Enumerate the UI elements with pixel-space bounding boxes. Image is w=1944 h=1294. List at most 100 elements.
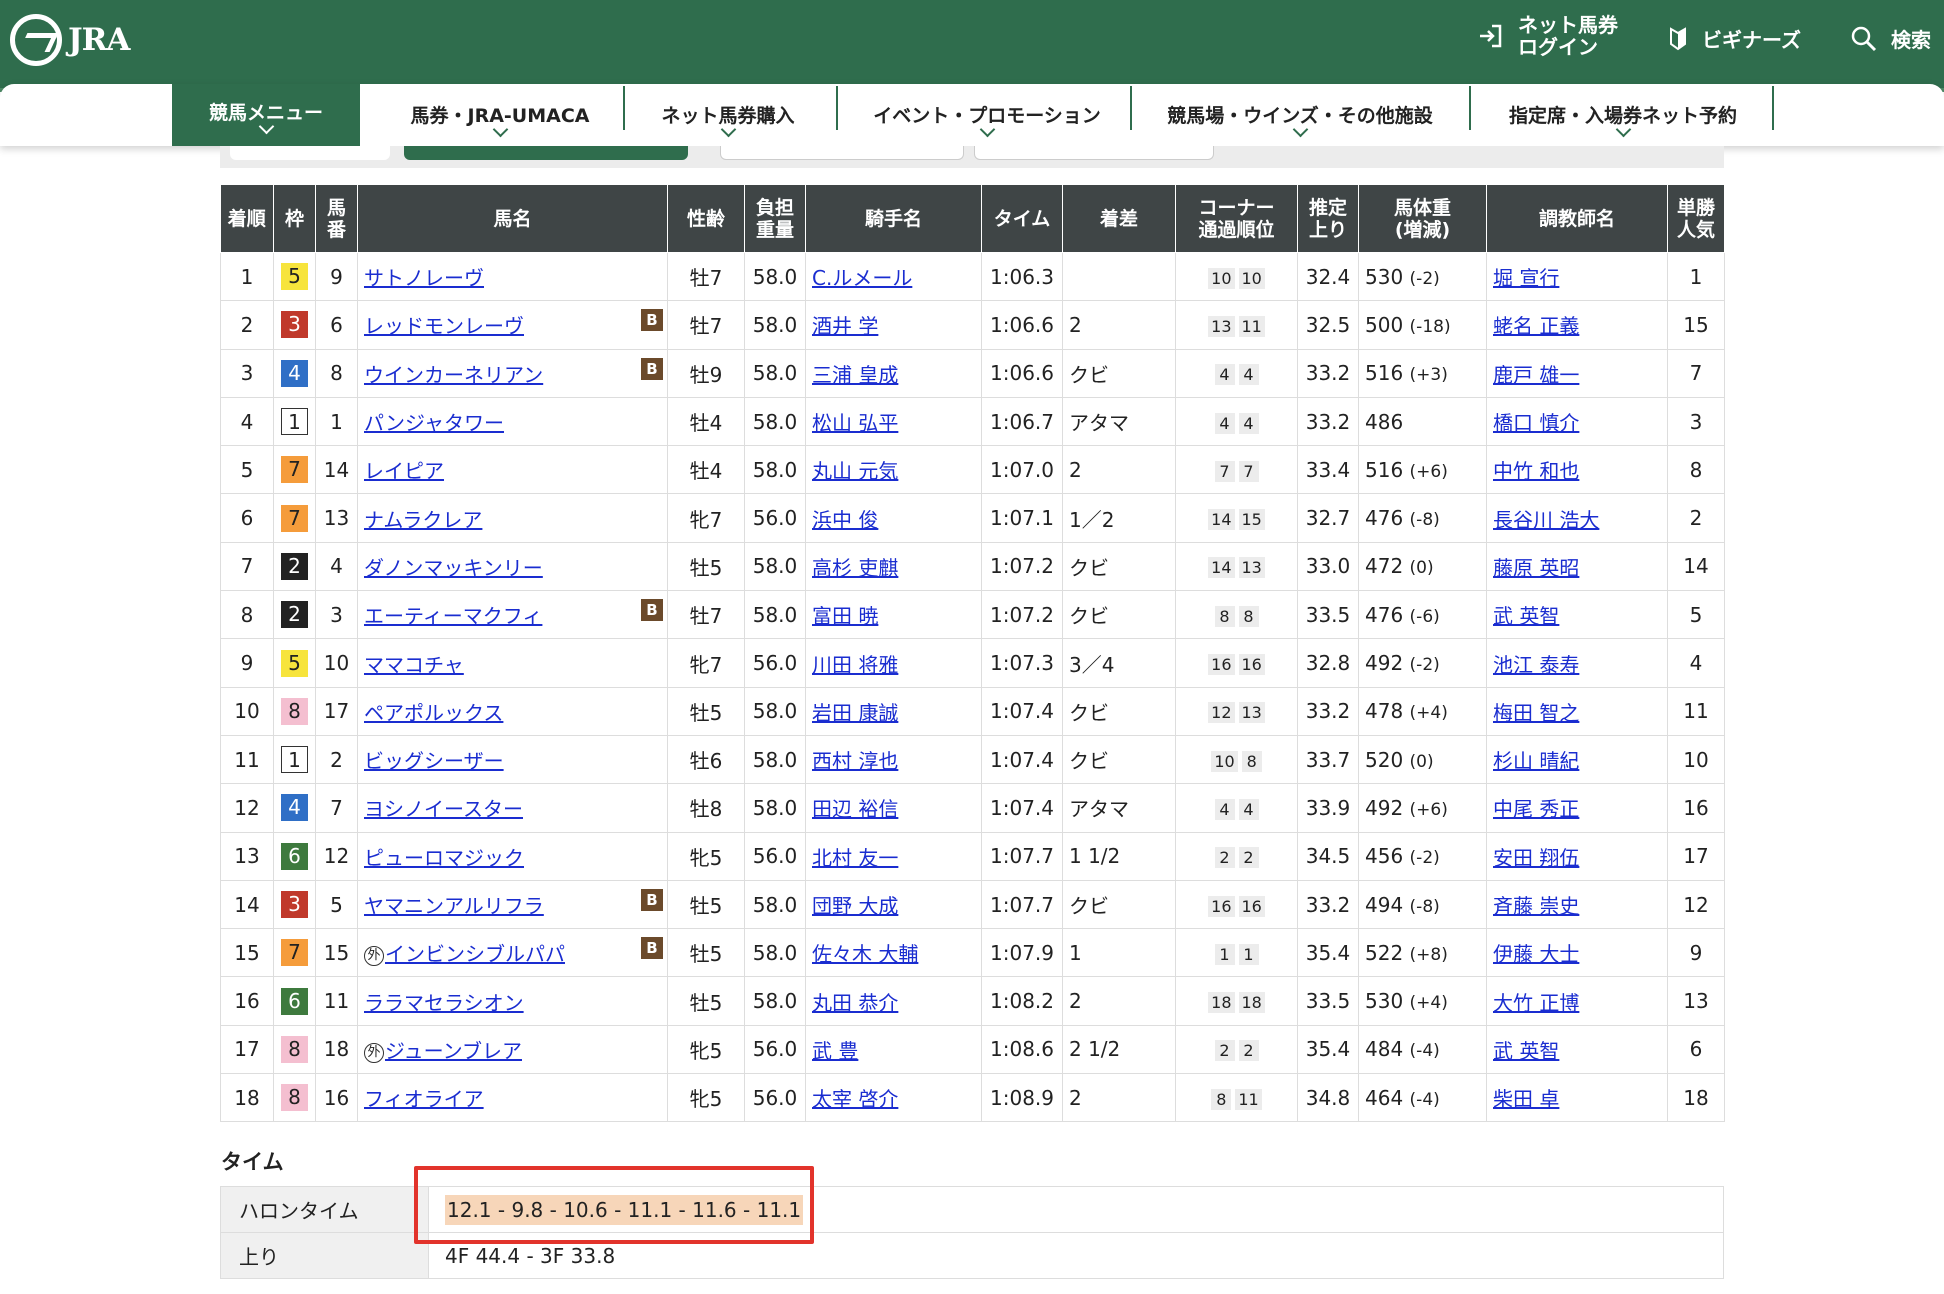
jockey-link[interactable]: 団野 大成 — [812, 894, 898, 918]
trainer-link[interactable]: 中竹 和也 — [1493, 459, 1579, 483]
filter-tab-active[interactable] — [404, 146, 688, 160]
jockey-link[interactable]: 高杉 吏麒 — [812, 556, 898, 580]
jockey-link[interactable]: 岩田 康誠 — [812, 701, 898, 725]
jockey-cell: 団野 大成 — [805, 879, 982, 930]
body-weight-diff: (-4) — [1409, 1041, 1440, 1062]
trainer-link[interactable]: 鹿戸 雄一 — [1493, 363, 1579, 387]
search-link[interactable]: 検索 — [1851, 24, 1931, 53]
jockey-link[interactable]: 浜中 俊 — [812, 508, 878, 532]
horse-name-link[interactable]: ピューロマジック — [364, 846, 524, 870]
jockey-link[interactable]: 太宰 啓介 — [812, 1087, 898, 1111]
trainer-link[interactable]: 杉山 晴紀 — [1493, 749, 1579, 773]
trainer-link[interactable]: 梅田 智之 — [1493, 701, 1579, 725]
body-weight-cell: 516 (+6) — [1358, 445, 1487, 495]
last3f-cell: 35.4 — [1297, 1024, 1359, 1075]
waku-badge: 6 — [281, 842, 308, 870]
body-weight-diff: (+3) — [1409, 365, 1448, 386]
jockey-link[interactable]: 松山 弘平 — [812, 411, 898, 435]
jockey-link[interactable]: 西村 淳也 — [812, 749, 898, 773]
sex-age-cell: 牡5 — [667, 686, 745, 736]
time-cell: 1:06.3 — [981, 251, 1063, 302]
jockey-link[interactable]: 丸山 元気 — [812, 459, 898, 483]
body-weight-diff: (-2) — [1409, 848, 1440, 869]
jockey-link[interactable]: 三浦 皇成 — [812, 363, 898, 387]
trainer-link[interactable]: 斉藤 崇史 — [1493, 894, 1579, 918]
net-bet-login-link[interactable]: ネット馬券 ログイン — [1478, 14, 1638, 58]
horse-name-link[interactable]: ママコチャ — [364, 653, 464, 677]
horse-name-link[interactable]: ペアポルックス — [364, 701, 503, 725]
horse-name-link[interactable]: ヨシノイースター — [364, 797, 523, 821]
horse-name-link[interactable]: ヤマニンアルリフラ — [364, 894, 544, 918]
rank-cell: 6 — [220, 493, 274, 543]
corner-pos: 10 — [1238, 267, 1265, 289]
rank-cell: 12 — [220, 783, 274, 833]
jockey-link[interactable]: 富田 暁 — [812, 604, 878, 628]
trainer-link[interactable]: 蛯名 正義 — [1493, 314, 1579, 338]
trainer-link[interactable]: 武 英智 — [1493, 1039, 1559, 1063]
table-row: 14 3 5 ヤマニンアルリフラ B 牡5 58.0 団野 大成 1:07.7 クビ 16 16 33.… — [220, 879, 1725, 930]
horse-name-link[interactable]: レッドモンレーヴ — [364, 314, 524, 338]
horse-name-link[interactable]: ジューンブレア — [385, 1039, 522, 1063]
horse-name-link[interactable]: フィオライア — [364, 1087, 484, 1111]
beginners-link[interactable]: ビギナーズ — [1668, 24, 1801, 53]
sex-age-cell: 牡5 — [667, 879, 745, 930]
trainer-link[interactable]: 橋口 慎介 — [1493, 411, 1579, 435]
jockey-cell: 太宰 啓介 — [805, 1073, 982, 1123]
trainer-link[interactable]: 安田 翔伍 — [1493, 846, 1579, 870]
nav-keiba-menu[interactable]: 競馬メニュー — [172, 84, 360, 146]
corner-pos: 8 — [1211, 1088, 1232, 1110]
horse-name-link[interactable]: ビッグシーザー — [364, 749, 504, 773]
jockey-cell: 西村 淳也 — [805, 734, 982, 785]
trainer-link[interactable]: 大竹 正博 — [1493, 991, 1579, 1015]
time-cell: 1:07.7 — [981, 879, 1063, 930]
number-cell: 9 — [315, 251, 358, 302]
filter-tab[interactable] — [720, 146, 964, 160]
jockey-link[interactable]: 川田 将雅 — [812, 653, 898, 677]
nav-event-promotion[interactable]: イベント・プロモーション — [842, 90, 1132, 146]
jockey-link[interactable]: 田辺 裕信 — [812, 797, 898, 821]
trainer-link[interactable]: 伊藤 大士 — [1493, 942, 1579, 966]
horse-name-link[interactable]: ナムラクレア — [364, 508, 482, 532]
jra-logo[interactable]: JRA — [10, 10, 135, 70]
jockey-link[interactable]: C.ルメール — [812, 266, 912, 290]
trainer-link[interactable]: 堀 宣行 — [1493, 266, 1559, 290]
number-cell: 4 — [315, 541, 358, 592]
filter-tab[interactable] — [974, 146, 1214, 160]
trainer-link[interactable]: 武 英智 — [1493, 604, 1559, 628]
horse-name-link[interactable]: ウインカーネリアン — [364, 363, 543, 387]
jockey-link[interactable]: 酒井 学 — [812, 314, 878, 338]
trainer-link[interactable]: 中尾 秀正 — [1493, 797, 1579, 821]
trainer-link[interactable]: 藤原 英昭 — [1493, 556, 1579, 580]
horse-name-link[interactable]: サトノレーヴ — [364, 266, 484, 290]
waku-badge: 8 — [281, 697, 308, 725]
popularity-cell: 15 — [1667, 300, 1725, 350]
body-weight-diff: (0) — [1409, 751, 1434, 772]
body-weight-cell: 484 (-4) — [1358, 1024, 1487, 1075]
nav-net-baken[interactable]: ネット馬券購入 — [628, 90, 828, 146]
horse-name-link[interactable]: インビンシブルパパ — [385, 942, 565, 966]
horse-name-link[interactable]: ダノンマッキンリー — [364, 556, 543, 580]
horse-name-link[interactable]: パンジャタワー — [364, 411, 504, 435]
filter-tab[interactable] — [230, 146, 390, 160]
corner-pos: 10 — [1211, 750, 1238, 772]
horse-name-link[interactable]: レイピア — [364, 459, 444, 483]
jockey-cell: 丸山 元気 — [805, 445, 982, 495]
trainer-link[interactable]: 池江 泰寿 — [1493, 653, 1579, 677]
jockey-link[interactable]: 武 豊 — [812, 1039, 858, 1063]
horse-name-link[interactable]: エーティーマクフィ — [364, 604, 542, 628]
jockey-link[interactable]: 北村 友一 — [812, 846, 898, 870]
trainer-link[interactable]: 長谷川 浩大 — [1493, 508, 1599, 532]
jockey-cell: 酒井 学 — [805, 300, 982, 350]
horse-name-link[interactable]: ララマセラシオン — [364, 991, 524, 1015]
last3f-cell: 33.5 — [1297, 976, 1359, 1026]
corner-pos: 16 — [1208, 654, 1235, 676]
time-cell: 1:07.2 — [981, 590, 1063, 640]
nav-reserved-seats[interactable]: 指定席・入場券ネット予約 — [1478, 90, 1768, 146]
nav-racecourse-wins[interactable]: 競馬場・ウインズ・その他施設 — [1140, 90, 1460, 146]
nav-baken-umaca[interactable]: 馬券・JRA-UMACA — [380, 90, 620, 146]
body-weight-diff: (-4) — [1409, 1089, 1440, 1110]
jockey-link[interactable]: 佐々木 大輔 — [812, 942, 918, 966]
corner-pos: 13 — [1238, 702, 1265, 724]
jockey-link[interactable]: 丸田 恭介 — [812, 991, 898, 1015]
trainer-link[interactable]: 柴田 卓 — [1493, 1087, 1559, 1111]
